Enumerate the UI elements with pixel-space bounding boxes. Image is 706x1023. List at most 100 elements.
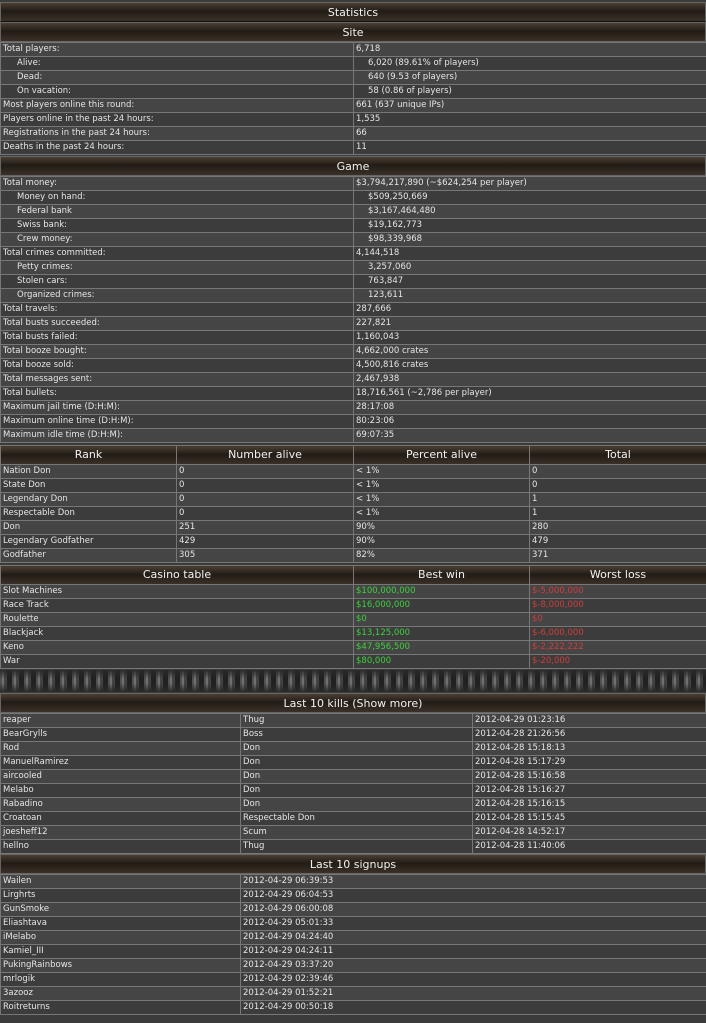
stat-value: 69:07:35 [353,428,706,443]
signup-time: 2012-04-29 06:04:53 [240,888,706,903]
stat-row: Federal bank $3,167,464,480 [0,204,706,219]
stat-row: Deaths in the past 24 hours: 11 [0,140,706,155]
stat-value: 6,718 [353,42,706,57]
stat-row: On vacation: 58 (0.86 of players) [0,84,706,99]
stat-value: 123,611 [353,288,706,303]
kill-rank: Respectable Don [240,811,473,826]
stat-value: 661 (637 unique IPs) [353,98,706,113]
kill-player: reaper [0,713,241,728]
stat-row: Petty crimes: 3,257,060 [0,260,706,275]
stat-row: Total travels: 287,666 [0,302,706,317]
signup-row: Wailen 2012-04-29 06:39:53 [0,874,706,889]
kill-time: 2012-04-28 15:17:29 [472,755,706,770]
rank-cell: 1 [529,492,706,507]
rank-cell: Legendary Don [0,492,177,507]
kill-player: Melabo [0,783,241,798]
signup-row: Roitreturns 2012-04-29 00:50:18 [0,1000,706,1015]
stat-label: Alive: [0,56,354,71]
stat-row: Total booze bought: 4,662,000 crates [0,344,706,359]
kill-rank: Don [240,797,473,812]
rank-cell: 90% [353,534,530,549]
stat-label: Players online in the past 24 hours: [0,112,354,127]
stat-label: Swiss bank: [0,218,354,233]
signup-player: Wailen [0,874,241,889]
kill-row: reaper Thug 2012-04-29 01:23:16 [0,713,706,728]
rank-cell: < 1% [353,492,530,507]
stat-row: Players online in the past 24 hours: 1,53… [0,112,706,127]
rank-column-header: Number alive [176,445,354,465]
casino-game: Blackjack [0,626,354,641]
stat-label: Deaths in the past 24 hours: [0,140,354,155]
signup-player: Eliashtava [0,916,241,931]
rank-row: Legendary Godfather 429 90% 479 [0,534,706,549]
casino-column-header: Worst loss [529,565,706,585]
stat-value: 4,144,518 [353,246,706,261]
stat-label: Total players: [0,42,354,57]
signup-time: 2012-04-29 02:39:46 [240,972,706,987]
casino-worst-loss: $-2,222,222 [529,640,706,655]
site-stats-table: Total players: 6,718 Alive: 6,020 (89.61% o… [0,42,706,155]
stat-value: 227,821 [353,316,706,331]
rank-cell: 429 [176,534,354,549]
casino-worst-loss: $0 [529,612,706,627]
signup-player: PukingRainbows [0,958,241,973]
stat-label: Total booze bought: [0,344,354,359]
stat-value: 11 [353,140,706,155]
rank-cell: 305 [176,548,354,563]
signup-player: Roitreturns [0,1000,241,1015]
casino-row: War $80,000 $-20,000 [0,654,706,669]
rank-cell: < 1% [353,506,530,521]
rank-row: Legendary Don 0 < 1% 1 [0,492,706,507]
signup-time: 2012-04-29 05:01:33 [240,916,706,931]
stat-label: Most players online this round: [0,98,354,113]
stat-row: Alive: 6,020 (89.61% of players) [0,56,706,71]
signup-player: mrlogik [0,972,241,987]
stat-row: Maximum online time (D:H:M): 80:23:06 [0,414,706,429]
stat-label: On vacation: [0,84,354,99]
stat-value: 4,662,000 crates [353,344,706,359]
stat-value: 6,020 (89.61% of players) [353,56,706,71]
signups-table: Wailen 2012-04-29 06:39:53 Lirghrts 2012-04… [0,874,706,1015]
rank-cell: Don [0,520,177,535]
casino-row: Slot Machines $100,000,000 $-5,000,000 [0,584,706,599]
kills-table: reaper Thug 2012-04-29 01:23:16 BearGrylls B… [0,713,706,854]
kill-time: 2012-04-28 15:18:13 [472,741,706,756]
stat-value: 4,500,816 crates [353,358,706,373]
stat-value: $3,794,217,890 (~$624,254 per player) [353,176,706,191]
kill-rank: Boss [240,727,473,742]
stat-label: Money on hand: [0,190,354,205]
stat-value: $3,167,464,480 [353,204,706,219]
stat-row: Most players online this round: 661 (637 … [0,98,706,113]
stat-value: 1,160,043 [353,330,706,345]
stat-row: Total busts succeeded: 227,821 [0,316,706,331]
rank-column-header: Total [529,445,706,465]
rank-cell: 0 [176,464,354,479]
rank-cell: 280 [529,520,706,535]
stat-row: Maximum idle time (D:H:M): 69:07:35 [0,428,706,443]
signup-row: Eliashtava 2012-04-29 05:01:33 [0,916,706,931]
stat-label: Maximum jail time (D:H:M): [0,400,354,415]
kill-time: 2012-04-28 15:16:15 [472,797,706,812]
kills-heading-label[interactable]: Last 10 kills (Show more) [284,697,423,710]
kill-time: 2012-04-28 21:26:56 [472,727,706,742]
kill-player: ManuelRamirez [0,755,241,770]
game-stats-table: Total money: $3,794,217,890 (~$624,254 pe… [0,176,706,443]
casino-header-row: Casino table Best win Worst loss [0,565,706,585]
rank-table: Rank Number alive Percent alive Total Nation… [0,445,706,563]
stat-label: Stolen cars: [0,274,354,289]
kill-row: Croatoan Respectable Don 2012-04-28 15:15:… [0,811,706,826]
kill-row: joesheff12 Scum 2012-04-28 14:52:17 [0,825,706,840]
casino-best-win: $100,000,000 [353,584,530,599]
stat-value: 18,716,561 (~2,786 per player) [353,386,706,401]
rank-cell: 0 [176,506,354,521]
stat-row: Swiss bank: $19,162,773 [0,218,706,233]
stat-label: Total crimes committed: [0,246,354,261]
casino-game: Roulette [0,612,354,627]
kill-rank: Don [240,755,473,770]
stat-label: Total busts succeeded: [0,316,354,331]
kill-rank: Don [240,783,473,798]
kill-time: 2012-04-28 15:16:27 [472,783,706,798]
kills-heading[interactable]: Last 10 kills (Show more) [0,693,706,713]
stat-label: Maximum idle time (D:H:M): [0,428,354,443]
rank-cell: 0 [176,492,354,507]
